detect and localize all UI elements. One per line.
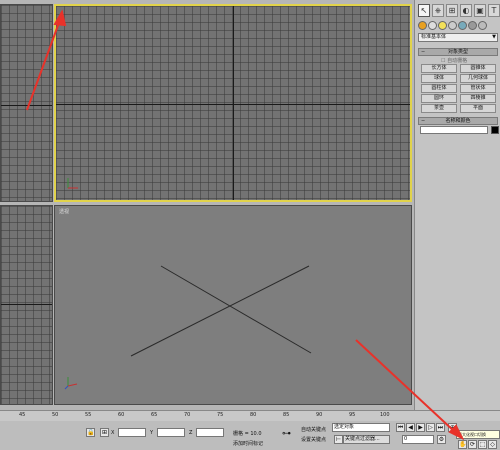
timeline-tick: 75 bbox=[217, 412, 224, 418]
chevron-down-icon: ▼ bbox=[492, 34, 496, 40]
timeline-tick: 80 bbox=[250, 412, 257, 418]
key-filters-button[interactable]: 关键点过滤器... bbox=[343, 435, 390, 444]
box-button[interactable]: 长方体 bbox=[421, 64, 457, 73]
horizontal-axis bbox=[1, 105, 52, 106]
create-tab-icon[interactable]: ↖ bbox=[418, 4, 430, 17]
rollout-title: 名称和颜色 bbox=[445, 118, 471, 124]
autogrid-checkbox[interactable]: ☐ 自动栅格 bbox=[441, 57, 467, 64]
axis-tripod-icon bbox=[67, 178, 78, 189]
z-coordinate-field[interactable] bbox=[196, 428, 224, 437]
horizontal-axis bbox=[1, 304, 52, 305]
hierarchy-tab-icon[interactable]: ⊞ bbox=[446, 4, 458, 17]
maximize-viewport-tooltip: 最大化视口切换 bbox=[456, 430, 500, 439]
name-color-rollout-header[interactable]: − 名称和颜色 bbox=[418, 117, 498, 125]
command-panel: ↖ ⎈ ⊞ ◐ ▣ T 标准基本体 ▼ − 对象类型 ☐ 自动栅格 长方体 圆锥… bbox=[414, 0, 500, 410]
set-key-button[interactable]: 设置关键点 bbox=[301, 436, 326, 443]
next-frame-icon[interactable]: ▷ bbox=[426, 423, 435, 432]
timeline-tick: 65 bbox=[151, 412, 158, 418]
timeline-tick: 100 bbox=[380, 412, 390, 418]
geosphere-button[interactable]: 几何球体 bbox=[460, 74, 496, 83]
timeline-tick: 55 bbox=[85, 412, 92, 418]
motion-tab-icon[interactable]: ◐ bbox=[460, 4, 472, 17]
play-icon[interactable]: ▶ bbox=[416, 423, 425, 432]
timeline-tick: 50 bbox=[52, 412, 59, 418]
helpers-icon[interactable] bbox=[458, 21, 467, 30]
x-coordinate-field[interactable] bbox=[118, 428, 146, 437]
selected-object-dropdown[interactable]: 选定对象 bbox=[332, 423, 390, 432]
plane-button[interactable]: 平面 bbox=[460, 104, 496, 113]
grid-size-label: 栅格 = 10.0 bbox=[233, 431, 262, 437]
perspective-grid-axes bbox=[130, 265, 312, 357]
viewport-top[interactable] bbox=[54, 4, 412, 202]
category-dropdown[interactable]: 标准基本体 ▼ bbox=[418, 33, 498, 42]
key-icon[interactable]: ⊶ bbox=[282, 429, 291, 439]
axis-tripod-icon bbox=[64, 377, 78, 390]
orbit-icon[interactable]: ⟳ bbox=[468, 440, 477, 449]
viewport-perspective[interactable]: 透视 bbox=[54, 205, 412, 405]
rollout-title: 对象类型 bbox=[447, 49, 468, 55]
object-color-swatch[interactable] bbox=[491, 126, 499, 134]
collapse-icon: − bbox=[421, 118, 426, 124]
modify-tab-icon[interactable]: ⎈ bbox=[432, 4, 444, 17]
sphere-button[interactable]: 球体 bbox=[421, 74, 457, 83]
pan-icon[interactable]: ✋ bbox=[458, 440, 467, 449]
timeline-tick: 45 bbox=[19, 412, 26, 418]
timeline-tick: 60 bbox=[118, 412, 125, 418]
pyramid-button[interactable]: 四棱锥 bbox=[460, 94, 496, 103]
utilities-tab-icon[interactable]: T bbox=[488, 4, 500, 17]
display-tab-icon[interactable]: ▣ bbox=[474, 4, 486, 17]
go-to-start-icon[interactable]: ⏮ bbox=[396, 423, 405, 432]
collapse-icon: − bbox=[421, 49, 426, 55]
geometry-icon[interactable] bbox=[418, 21, 427, 30]
cone-button[interactable]: 圆锥体 bbox=[460, 64, 496, 73]
timeline-ruler[interactable]: 45 50 55 60 65 70 75 80 85 90 95 100 bbox=[0, 410, 500, 421]
torus-button[interactable]: 圆环 bbox=[421, 94, 457, 103]
vertical-axis bbox=[233, 6, 234, 200]
auto-key-button[interactable]: 自动关键点 bbox=[301, 426, 326, 433]
object-type-rollout-header[interactable]: − 对象类型 bbox=[418, 48, 498, 56]
status-bar: 🔒 ⊞ X Y Z 栅格 = 10.0 添加时间标记 ⊶ 自动关键点 设置关键点… bbox=[0, 421, 500, 450]
lock-icon[interactable]: 🔒 bbox=[86, 428, 95, 437]
go-to-end-icon[interactable]: ⏭ bbox=[436, 423, 445, 432]
viewport-left[interactable] bbox=[0, 205, 53, 405]
timeline-tick: 95 bbox=[349, 412, 356, 418]
time-config-icon[interactable]: ⚙ bbox=[437, 435, 446, 444]
field-of-view-icon[interactable]: ◇ bbox=[488, 440, 497, 449]
cameras-icon[interactable] bbox=[448, 21, 457, 30]
teapot-button[interactable]: 茶壶 bbox=[421, 104, 457, 113]
y-label: Y bbox=[150, 430, 154, 436]
object-type-buttons: 长方体 圆锥体 球体 几何球体 圆柱体 管状体 圆环 四棱锥 茶壶 平面 bbox=[421, 64, 496, 113]
x-label: X bbox=[111, 430, 115, 436]
key-mode-icon[interactable]: ⊢ bbox=[334, 435, 343, 444]
tube-button[interactable]: 管状体 bbox=[460, 84, 496, 93]
previous-frame-icon[interactable]: ◀ bbox=[406, 423, 415, 432]
z-label: Z bbox=[189, 430, 193, 436]
create-category-icons bbox=[418, 21, 487, 30]
systems-icon[interactable] bbox=[478, 21, 487, 30]
lights-icon[interactable] bbox=[438, 21, 447, 30]
y-coordinate-field[interactable] bbox=[157, 428, 185, 437]
horizontal-axis bbox=[56, 104, 410, 105]
add-time-tag-label[interactable]: 添加时间标记 bbox=[233, 440, 263, 447]
timeline-tick: 70 bbox=[184, 412, 191, 418]
spacewarps-icon[interactable] bbox=[468, 21, 477, 30]
timeline-tick: 90 bbox=[316, 412, 323, 418]
current-frame-field[interactable]: 0 bbox=[402, 435, 434, 444]
viewport-front[interactable] bbox=[0, 4, 53, 202]
cylinder-button[interactable]: 圆柱体 bbox=[421, 84, 457, 93]
maximize-toggle-icon[interactable]: ⬚ bbox=[478, 440, 487, 449]
object-name-input[interactable] bbox=[420, 126, 488, 134]
shapes-icon[interactable] bbox=[428, 21, 437, 30]
category-dropdown-value: 标准基本体 bbox=[421, 34, 447, 40]
command-panel-tabs: ↖ ⎈ ⊞ ◐ ▣ T bbox=[418, 4, 500, 17]
timeline-tick: 85 bbox=[283, 412, 290, 418]
absolute-mode-icon[interactable]: ⊞ bbox=[100, 428, 109, 437]
